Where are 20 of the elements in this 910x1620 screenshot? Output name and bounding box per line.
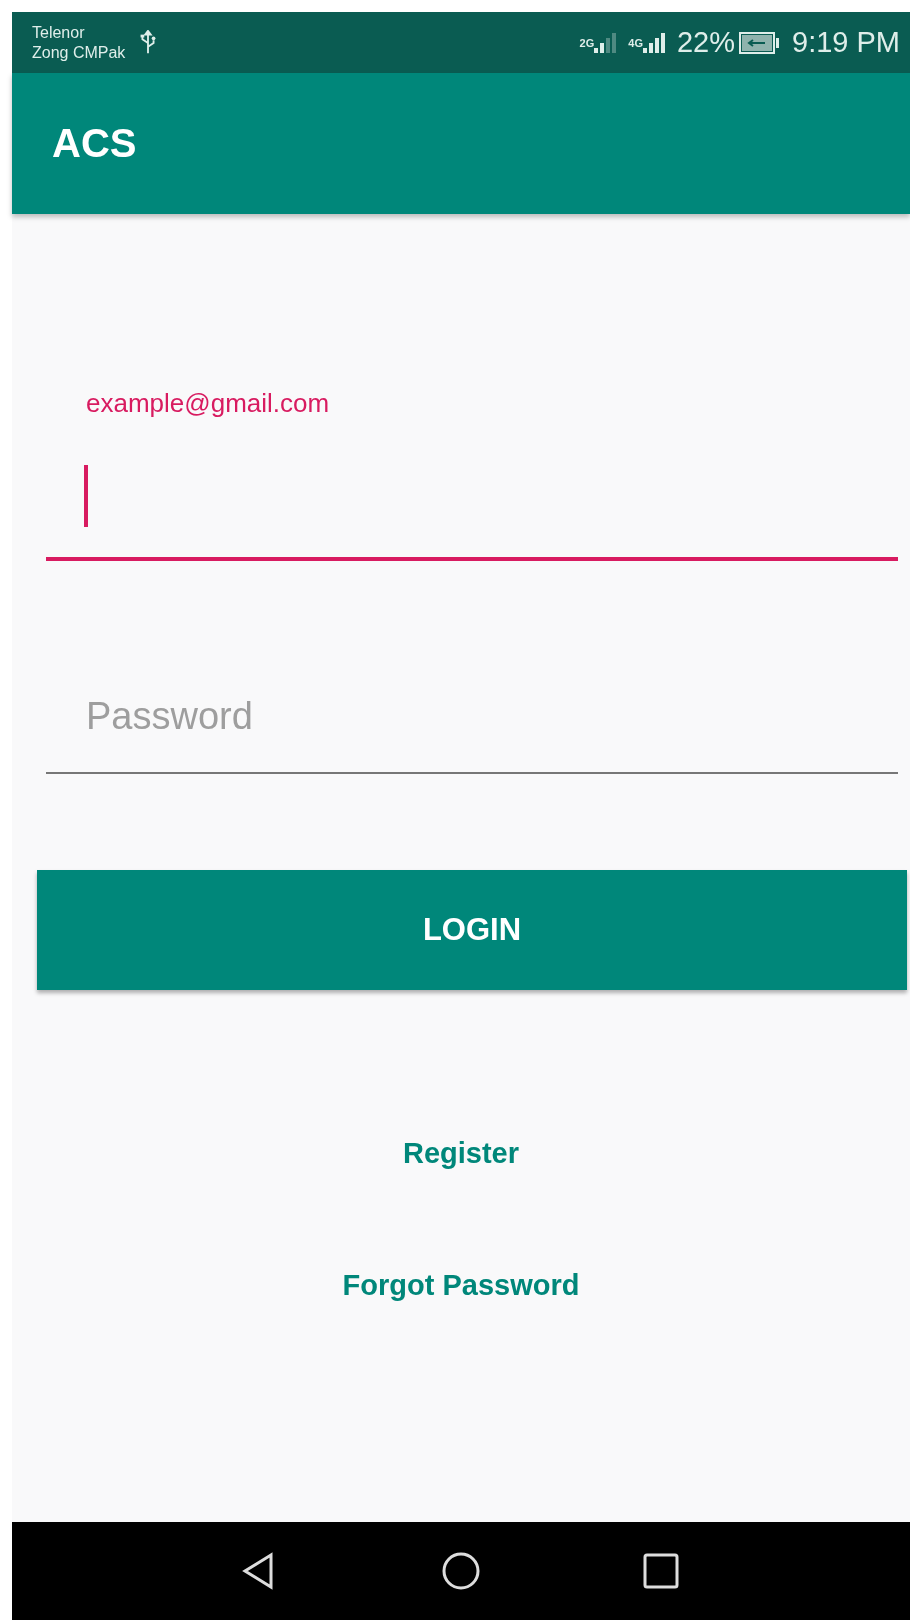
signal-icon	[642, 32, 667, 53]
battery-percent: 22%	[676, 26, 735, 59]
clock-time: 9:19 PM	[792, 26, 900, 59]
text-cursor	[84, 465, 88, 527]
input-field[interactable]: example@gmail.com	[46, 378, 898, 561]
app-title: ACS	[52, 121, 137, 166]
placeholder-text: Password	[86, 694, 253, 738]
home-icon[interactable]	[441, 1551, 481, 1591]
carrier-name: Telenor	[32, 22, 86, 43]
field-label: example@gmail.com	[86, 388, 330, 419]
input-field[interactable]: Password	[46, 666, 898, 774]
text-link[interactable]: Forgot Password	[342, 1269, 580, 1302]
text-link[interactable]: Register	[402, 1137, 519, 1170]
login-button[interactable]: LOGIN	[37, 870, 907, 990]
network-label: 2G	[579, 36, 595, 49]
network-label: 4G	[628, 36, 643, 49]
recents-icon[interactable]	[641, 1551, 681, 1591]
carrier-name: Zong CMPak	[32, 42, 126, 63]
usb-icon	[139, 29, 158, 56]
signal-icon	[594, 32, 619, 53]
